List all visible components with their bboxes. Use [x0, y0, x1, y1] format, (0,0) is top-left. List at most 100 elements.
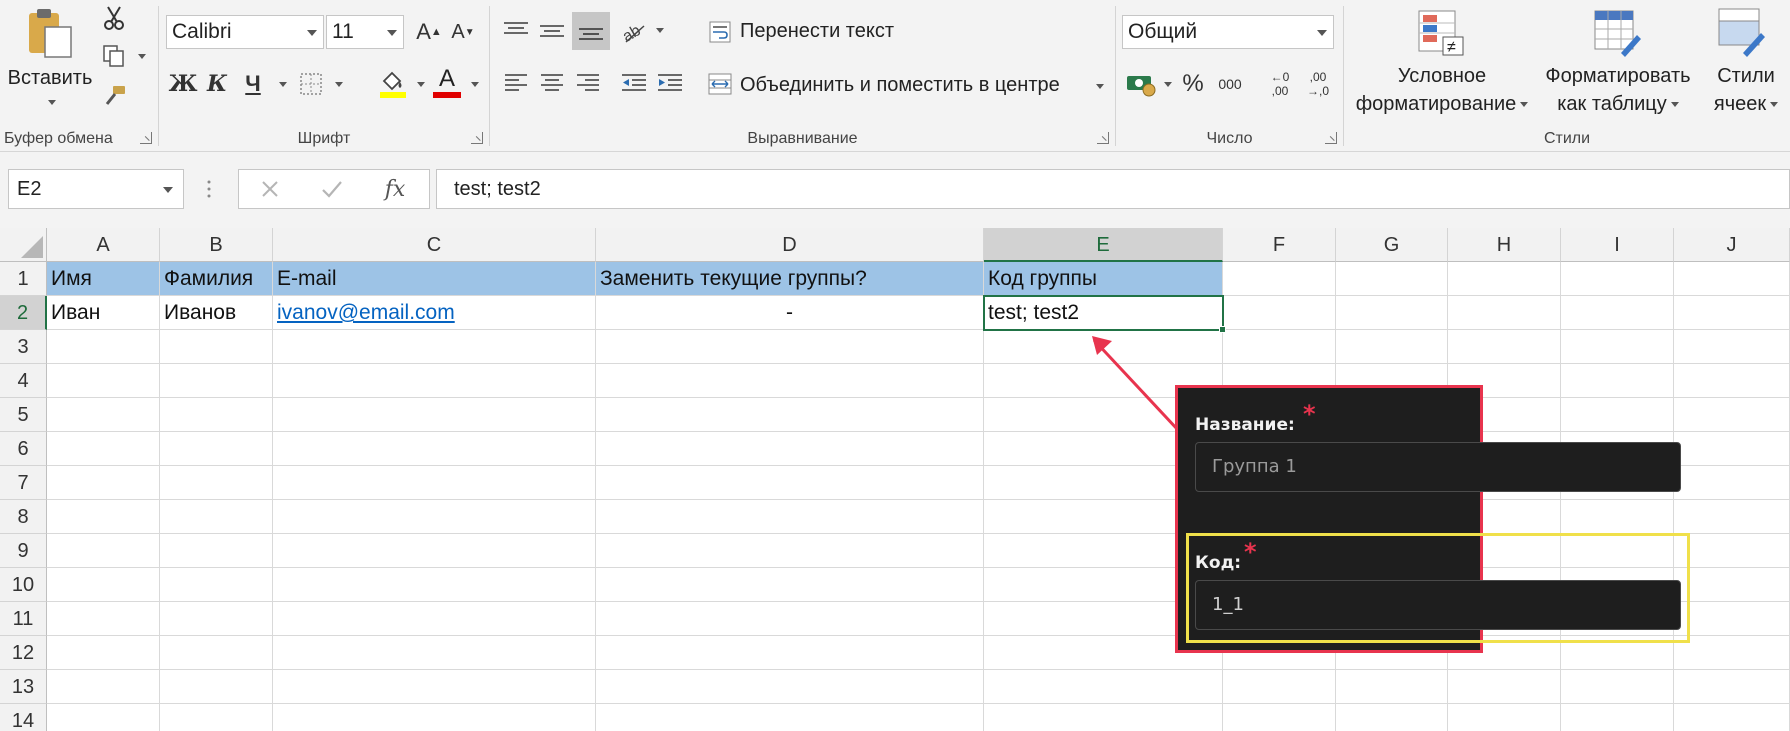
column-header-h[interactable]: H [1448, 228, 1561, 262]
format-as-table-icon[interactable] [1592, 8, 1644, 60]
name-box-dropdown-icon[interactable] [163, 187, 173, 193]
cell-b6[interactable] [160, 432, 273, 466]
cell-a1[interactable]: Имя [47, 262, 160, 296]
cell-g2[interactable] [1336, 296, 1448, 330]
font-launcher-icon[interactable] [471, 132, 483, 144]
cell-i1[interactable] [1561, 262, 1674, 296]
cell-d10[interactable] [596, 568, 984, 602]
paste-button[interactable]: Вставить [2, 64, 98, 92]
cell-d3[interactable] [596, 330, 984, 364]
cell-d1[interactable]: Заменить текущие группы? [596, 262, 984, 296]
column-header-c[interactable]: C [273, 228, 596, 262]
font-name-combo[interactable]: Calibri [166, 15, 324, 49]
column-header-e[interactable]: E [984, 228, 1223, 262]
cell-f1[interactable] [1223, 262, 1336, 296]
number-format-combo[interactable]: Общий [1122, 15, 1334, 49]
cell-a12[interactable] [47, 636, 160, 670]
cell-d6[interactable] [596, 432, 984, 466]
cell-c5[interactable] [273, 398, 596, 432]
column-header-a[interactable]: A [47, 228, 160, 262]
cell-b4[interactable] [160, 364, 273, 398]
row-header-12[interactable]: 12 [0, 636, 47, 670]
borders-dropdown-icon[interactable] [335, 82, 343, 87]
cell-a9[interactable] [47, 534, 160, 568]
merge-dropdown-icon[interactable] [1096, 84, 1104, 89]
bold-button[interactable]: Ж [169, 68, 198, 100]
cell-c10[interactable] [273, 568, 596, 602]
alignment-launcher-icon[interactable] [1097, 132, 1109, 144]
name-input[interactable]: Группа 1 [1195, 442, 1681, 492]
format-painter-icon[interactable] [100, 82, 128, 110]
wrap-text-button[interactable]: Перенести текст [740, 20, 894, 43]
cell-f3[interactable] [1223, 330, 1336, 364]
cell-b3[interactable] [160, 330, 273, 364]
accounting-dropdown-icon[interactable] [1164, 82, 1172, 87]
clipboard-launcher-icon[interactable] [140, 132, 152, 144]
cell-a13[interactable] [47, 670, 160, 704]
fill-handle[interactable] [1219, 326, 1226, 333]
cell-c7[interactable] [273, 466, 596, 500]
cell-j4[interactable] [1674, 364, 1790, 398]
cell-a11[interactable] [47, 602, 160, 636]
cell-b10[interactable] [160, 568, 273, 602]
cell-d5[interactable] [596, 398, 984, 432]
cell-d12[interactable] [596, 636, 984, 670]
underline-dropdown-icon[interactable] [279, 82, 287, 87]
cell-h3[interactable] [1448, 330, 1561, 364]
cell-a5[interactable] [47, 398, 160, 432]
cell-j9[interactable] [1674, 534, 1790, 568]
cell-f14[interactable] [1223, 704, 1336, 731]
select-all-corner[interactable] [0, 228, 47, 262]
cell-b2[interactable]: Иванов [160, 296, 273, 330]
column-header-d[interactable]: D [596, 228, 984, 262]
code-input[interactable]: 1_1 [1195, 580, 1681, 630]
cell-e14[interactable] [984, 704, 1223, 731]
align-middle-icon[interactable] [536, 14, 568, 48]
cell-e13[interactable] [984, 670, 1223, 704]
cell-h14[interactable] [1448, 704, 1561, 731]
cell-a8[interactable] [47, 500, 160, 534]
format-as-table-button[interactable]: Форматировать как таблицу [1538, 62, 1698, 118]
align-bottom-icon[interactable] [572, 12, 610, 50]
paste-dropdown-icon[interactable] [48, 100, 56, 105]
cell-c3[interactable] [273, 330, 596, 364]
row-header-11[interactable]: 11 [0, 602, 47, 636]
row-header-4[interactable]: 4 [0, 364, 47, 398]
cell-i4[interactable] [1561, 364, 1674, 398]
cell-c12[interactable] [273, 636, 596, 670]
cell-styles-icon[interactable] [1714, 4, 1770, 60]
cell-d13[interactable] [596, 670, 984, 704]
row-header-5[interactable]: 5 [0, 398, 47, 432]
cell-e1[interactable]: Код группы [984, 262, 1223, 296]
column-header-i[interactable]: I [1561, 228, 1674, 262]
align-center-icon[interactable] [536, 66, 568, 100]
borders-icon[interactable] [297, 70, 325, 98]
cell-j10[interactable] [1674, 568, 1790, 602]
cell-d11[interactable] [596, 602, 984, 636]
grow-font-icon[interactable]: A ▲ [415, 16, 443, 48]
fill-color-icon[interactable] [377, 66, 409, 100]
cell-b5[interactable] [160, 398, 273, 432]
cancel-entry-icon[interactable] [255, 174, 285, 204]
conditional-formatting-icon[interactable]: ≠ [1416, 8, 1468, 60]
cell-b11[interactable] [160, 602, 273, 636]
cell-j7[interactable] [1674, 466, 1790, 500]
column-header-g[interactable]: G [1336, 228, 1448, 262]
column-header-b[interactable]: B [160, 228, 273, 262]
cell-c8[interactable] [273, 500, 596, 534]
row-header-1[interactable]: 1 [0, 262, 47, 296]
cell-d4[interactable] [596, 364, 984, 398]
cell-j14[interactable] [1674, 704, 1790, 731]
italic-button[interactable]: К [203, 68, 231, 100]
cell-c14[interactable] [273, 704, 596, 731]
increase-indent-icon[interactable] [654, 66, 686, 100]
conditional-formatting-button[interactable]: Условное форматирование [1350, 62, 1534, 118]
cell-g3[interactable] [1336, 330, 1448, 364]
cell-h1[interactable] [1448, 262, 1561, 296]
formula-input[interactable]: test; test2 [436, 169, 1790, 209]
cell-j3[interactable] [1674, 330, 1790, 364]
cell-d2[interactable]: - [596, 296, 984, 330]
formula-bar-grip-icon[interactable] [207, 179, 211, 199]
cell-h2[interactable] [1448, 296, 1561, 330]
cell-f13[interactable] [1223, 670, 1336, 704]
